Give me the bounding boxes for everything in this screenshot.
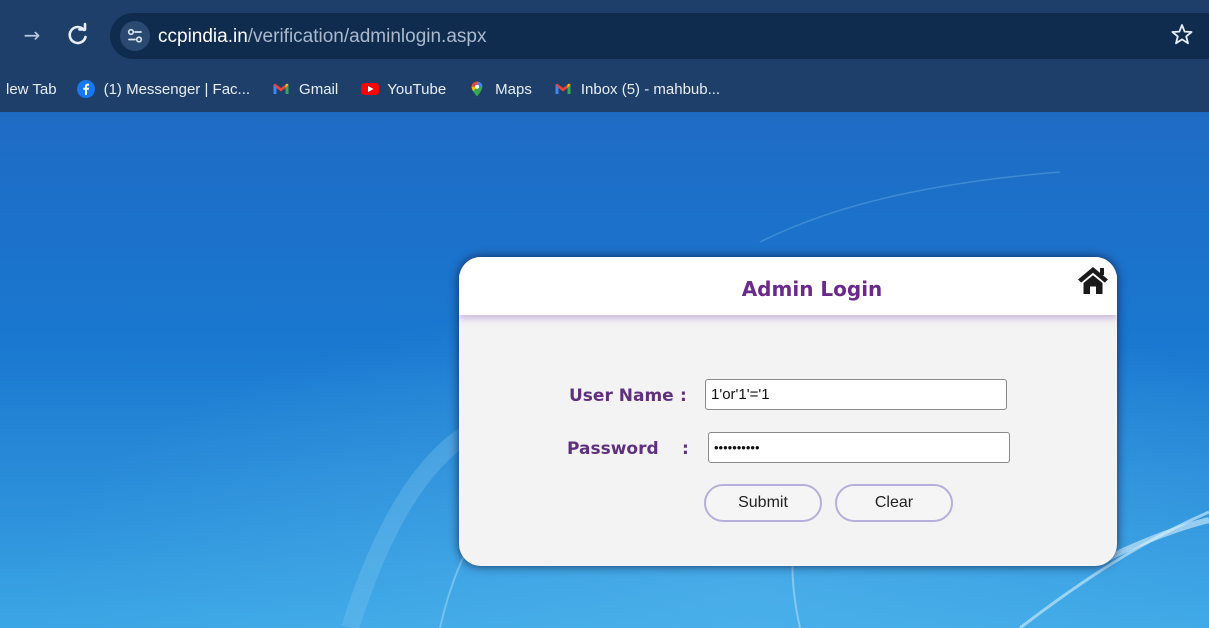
bookmark-maps[interactable]: Maps xyxy=(468,75,532,103)
youtube-icon xyxy=(360,80,380,98)
bookmark-label: Gmail xyxy=(299,80,339,98)
bookmark-label: YouTube xyxy=(387,80,447,98)
address-bar[interactable]: ccpindia.in/verification/adminlogin.aspx xyxy=(110,13,1209,59)
bookmark-label: Inbox (5) - mahbub... xyxy=(580,80,721,98)
bookmarks-bar: lew Tab (1) Messenger | Fac... Gmail You… xyxy=(0,74,1209,104)
browser-chrome: → ccpindia.in/verification/adminlogin.as… xyxy=(0,0,1209,112)
url-host: ccpindia.in xyxy=(158,26,248,47)
forward-icon[interactable]: → xyxy=(18,22,46,50)
password-input[interactable] xyxy=(708,432,1010,463)
bookmark-label: (1) Messenger | Fac... xyxy=(103,80,251,98)
bookmark-youtube[interactable]: YouTube xyxy=(360,75,446,103)
bookmark-new-tab[interactable]: lew Tab xyxy=(6,75,57,103)
reload-icon[interactable] xyxy=(64,21,92,49)
username-label: User Name xyxy=(569,386,674,406)
page-background: Admin Login User Name : Password : Submi… xyxy=(0,112,1209,628)
url-text[interactable]: ccpindia.in/verification/adminlogin.aspx xyxy=(158,26,486,48)
url-path: /verification/adminlogin.aspx xyxy=(247,26,487,47)
bookmark-inbox[interactable]: Inbox (5) - mahbub... xyxy=(554,75,720,103)
gmail-icon xyxy=(554,80,572,98)
bookmark-messenger[interactable]: (1) Messenger | Fac... xyxy=(76,75,251,103)
clear-button[interactable]: Clear xyxy=(835,484,953,522)
browser-toolbar: → ccpindia.in/verification/adminlogin.as… xyxy=(0,10,1209,60)
password-label: Password xyxy=(567,439,659,459)
site-settings-icon[interactable] xyxy=(120,21,150,51)
password-colon: : xyxy=(682,439,689,459)
login-header: Admin Login xyxy=(459,257,1117,315)
bookmark-star-icon[interactable] xyxy=(1168,21,1196,49)
bookmark-label: lew Tab xyxy=(6,80,57,98)
bookmark-label: Maps xyxy=(495,80,532,98)
admin-login-panel: Admin Login User Name : Password : Submi… xyxy=(459,257,1117,566)
username-colon: : xyxy=(680,386,687,406)
username-input[interactable] xyxy=(705,379,1007,410)
submit-button[interactable]: Submit xyxy=(704,484,822,522)
home-icon[interactable] xyxy=(1075,263,1111,297)
gmail-icon xyxy=(272,80,290,98)
bookmark-gmail[interactable]: Gmail xyxy=(272,75,338,103)
login-title: Admin Login xyxy=(741,277,883,301)
maps-icon xyxy=(468,80,486,98)
facebook-icon xyxy=(76,80,95,98)
